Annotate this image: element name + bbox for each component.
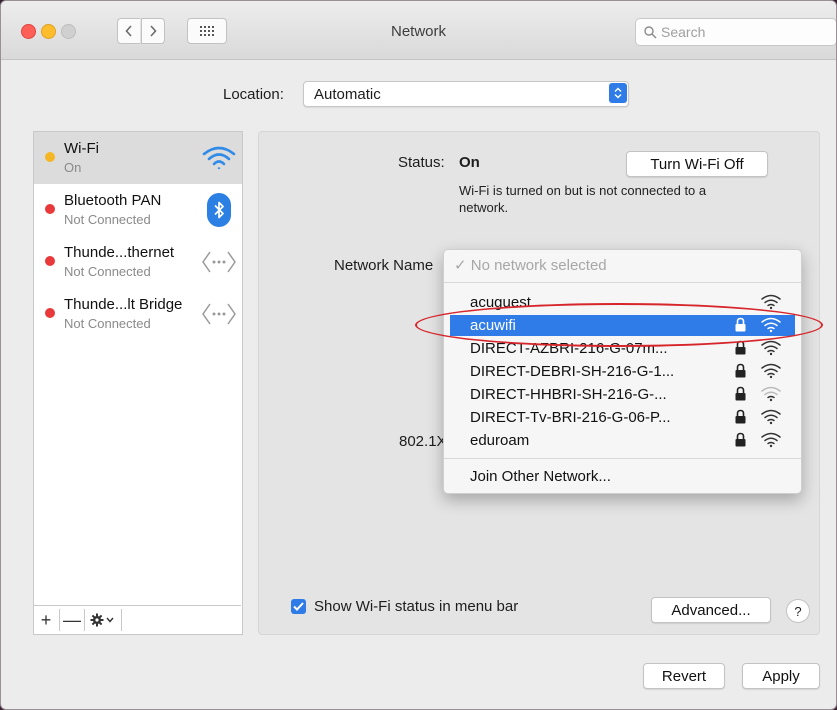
join-other-network-item[interactable]: Join Other Network... bbox=[470, 468, 611, 485]
service-name: Thunde...lt Bridge bbox=[64, 296, 183, 313]
lock-icon bbox=[735, 409, 746, 428]
status-description: Wi-Fi is turned on but is not connected … bbox=[459, 183, 707, 215]
network-name: eduroam bbox=[470, 432, 530, 449]
no-network-label: No network selected bbox=[470, 257, 607, 274]
dot1x-label: 802.1X bbox=[399, 433, 447, 450]
menu-separator bbox=[444, 282, 801, 283]
wifi-signal-icon bbox=[760, 408, 782, 429]
service-name: Thunde...thernet bbox=[64, 244, 175, 261]
network-preferences-window: Network Search Location: Automatic Wi-Fi… bbox=[0, 0, 837, 710]
network-name: DIRECT-DEBRI-SH-216-G-1... bbox=[470, 363, 675, 380]
service-name: Wi-Fi bbox=[64, 140, 99, 157]
search-placeholder: Search bbox=[661, 24, 706, 40]
show-wifi-status-checkbox[interactable] bbox=[291, 599, 306, 614]
lock-icon bbox=[735, 386, 746, 405]
service-bluetooth-pan[interactable]: Bluetooth PAN Not Connected bbox=[34, 184, 242, 236]
location-label: Location: bbox=[223, 86, 284, 103]
menu-separator bbox=[444, 458, 801, 459]
apply-button[interactable]: Apply bbox=[742, 663, 820, 689]
location-select[interactable]: Automatic bbox=[303, 81, 629, 107]
wifi-signal-icon bbox=[760, 431, 782, 452]
service-list: Wi-Fi On Bluetooth PAN Not Connected Thu… bbox=[33, 131, 243, 635]
status-dot-off bbox=[45, 204, 55, 214]
thunderbolt-bridge-icon bbox=[200, 296, 238, 332]
status-dot-off bbox=[45, 256, 55, 266]
search-field[interactable]: Search bbox=[635, 18, 836, 46]
network-item-direct-hhbri[interactable]: DIRECT-HHBRI-SH-216-G-... bbox=[450, 384, 795, 405]
thunderbolt-ethernet-icon bbox=[200, 244, 238, 280]
service-thunderbolt-ethernet[interactable]: Thunde...thernet Not Connected bbox=[34, 236, 242, 288]
add-service-button[interactable]: + bbox=[33, 609, 60, 631]
network-name-label: Network Name bbox=[334, 257, 434, 274]
service-wifi[interactable]: Wi-Fi On bbox=[34, 132, 242, 184]
title-bar: Network Search bbox=[1, 1, 836, 60]
wifi-signal-icon bbox=[760, 385, 782, 406]
search-icon bbox=[644, 25, 657, 39]
service-name: Bluetooth PAN bbox=[64, 192, 162, 209]
checkmark-icon bbox=[293, 602, 304, 611]
wifi-icon bbox=[200, 140, 238, 176]
remove-service-button[interactable]: — bbox=[60, 609, 85, 631]
network-name: DIRECT-Tv-BRI-216-G-06-P... bbox=[470, 409, 671, 426]
service-status: Not Connected bbox=[64, 212, 151, 227]
service-thunderbolt-bridge[interactable]: Thunde...lt Bridge Not Connected bbox=[34, 288, 242, 340]
status-dot-off bbox=[45, 308, 55, 318]
revert-button[interactable]: Revert bbox=[643, 663, 725, 689]
service-status: Not Connected bbox=[64, 316, 151, 331]
wifi-signal-icon bbox=[760, 362, 782, 383]
wifi-signal-icon bbox=[760, 339, 782, 360]
status-value: On bbox=[459, 154, 480, 171]
service-status: On bbox=[64, 160, 82, 175]
lock-icon bbox=[735, 432, 746, 451]
location-value: Automatic bbox=[314, 86, 381, 103]
advanced-button[interactable]: Advanced... bbox=[651, 597, 771, 623]
status-label: Status: bbox=[398, 154, 445, 171]
network-name-menu: ✓ No network selected acuguest acuwifi D… bbox=[443, 249, 802, 494]
status-dot-on bbox=[45, 152, 55, 162]
network-name: DIRECT-HHBRI-SH-216-G-... bbox=[470, 386, 667, 403]
help-button[interactable]: ? bbox=[786, 599, 810, 623]
popup-stepper-icon bbox=[609, 83, 627, 103]
action-menu-button[interactable] bbox=[85, 609, 122, 631]
turn-wifi-off-button[interactable]: Turn Wi-Fi Off bbox=[626, 151, 768, 177]
no-network-item[interactable]: ✓ No network selected bbox=[454, 256, 607, 274]
show-wifi-status-label: Show Wi-Fi status in menu bar bbox=[314, 598, 519, 615]
service-status: Not Connected bbox=[64, 264, 151, 279]
highlight-ellipse-annotation bbox=[415, 303, 823, 347]
network-item-eduroam[interactable]: eduroam bbox=[450, 430, 795, 451]
lock-icon bbox=[735, 363, 746, 382]
bluetooth-icon bbox=[200, 192, 238, 228]
network-item-direct-debri[interactable]: DIRECT-DEBRI-SH-216-G-1... bbox=[450, 361, 795, 382]
network-item-direct-tv-bri[interactable]: DIRECT-Tv-BRI-216-G-06-P... bbox=[450, 407, 795, 428]
gear-icon bbox=[90, 613, 114, 627]
checkmark-icon: ✓ bbox=[454, 257, 471, 274]
service-list-toolbar: + — bbox=[33, 605, 241, 634]
